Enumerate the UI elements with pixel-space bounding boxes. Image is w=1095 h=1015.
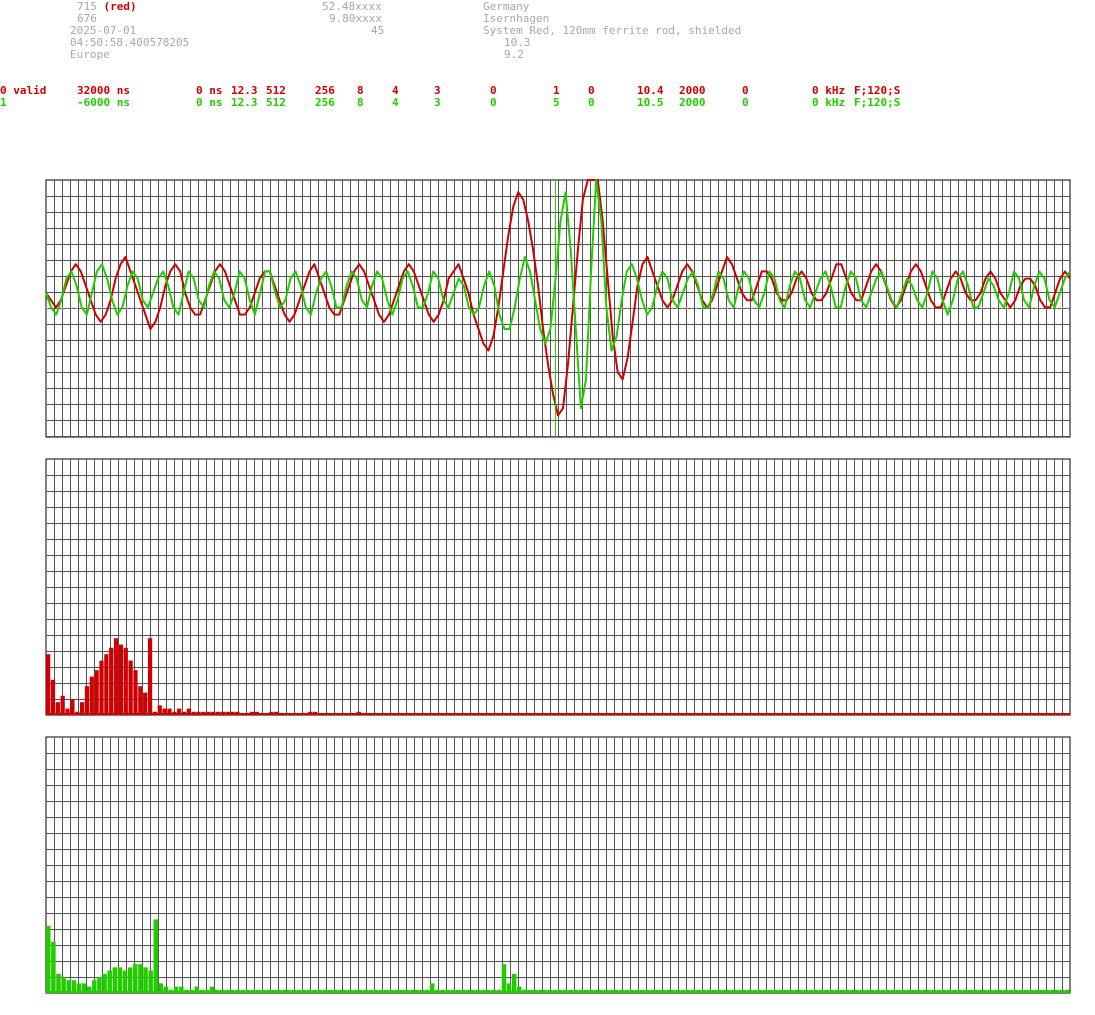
- histogram-1-bar: [99, 660, 104, 715]
- histogram-1-bar: [50, 679, 56, 715]
- histogram-2-bar: [143, 967, 148, 993]
- histogram-2-bar: [117, 967, 123, 993]
- histogram-2-bar: [148, 970, 153, 993]
- histogram-2-bar: [51, 941, 56, 993]
- histogram-1-bar: [104, 654, 109, 715]
- histogram-1-bar: [84, 686, 90, 715]
- histogram-1-bar: [147, 638, 153, 715]
- histogram-2-bar: [122, 970, 128, 993]
- histogram-1-bar: [60, 695, 65, 715]
- histogram-1-bar: [123, 647, 128, 715]
- histogram-1-bar: [133, 670, 138, 715]
- histogram-1-bar: [138, 686, 143, 715]
- histogram-2-bar: [107, 970, 112, 993]
- histogram-2-bar: [46, 925, 51, 993]
- histogram-2-bar: [511, 973, 517, 993]
- histogram-1-bar: [143, 692, 148, 715]
- histogram-1-bar: [109, 647, 114, 715]
- histogram-1-bar: [89, 676, 94, 715]
- histogram-2-bar: [501, 964, 507, 993]
- histogram-1-bar: [118, 644, 124, 715]
- histogram-1-bar: [94, 670, 99, 715]
- histogram-2-bar: [138, 964, 143, 993]
- histogram-2-bar: [102, 973, 107, 993]
- histogram-1-bar: [128, 660, 133, 715]
- histogram-2-bar: [97, 977, 102, 993]
- histogram-2-bar: [112, 967, 118, 993]
- histogram-2-bar: [153, 919, 159, 993]
- histogram-2-bar: [61, 977, 66, 993]
- histogram-1-bar: [113, 638, 119, 715]
- charts-canvas: [45, 179, 1071, 994]
- histogram-2-bar: [56, 973, 61, 993]
- histogram-2-bar: [133, 964, 138, 993]
- histogram-1-bar: [46, 654, 51, 715]
- histogram-2-bar: [127, 967, 133, 993]
- histogram-1-bar: [70, 699, 75, 715]
